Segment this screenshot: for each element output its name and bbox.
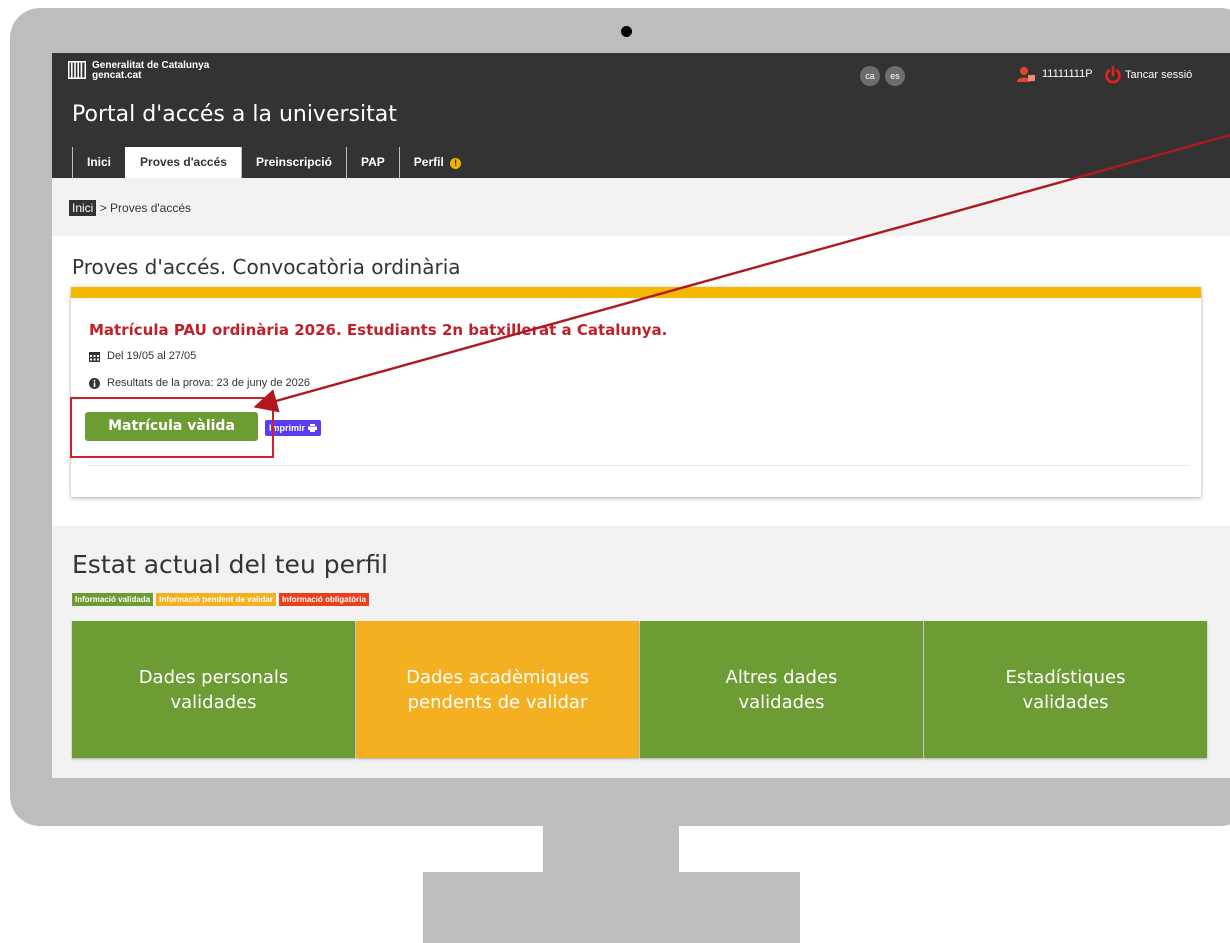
- annotation-highlight-box: [70, 397, 274, 458]
- breadcrumb-home-link[interactable]: Inici: [69, 200, 97, 216]
- generalitat-bars-icon: [68, 61, 86, 79]
- status-legend: Informació validada Informació pendent d…: [72, 593, 372, 606]
- user-icon: [1017, 67, 1035, 82]
- main-nav: Inici Proves d'accés Preinscripció PAP P…: [72, 147, 475, 178]
- power-icon: [1105, 66, 1121, 84]
- legend-validated: Informació validada: [72, 593, 154, 606]
- matricula-card: Matrícula PAU ordinària 2026. Estudiants…: [71, 287, 1201, 497]
- profile-tiles: Dades personals validades Dades acadèmiq…: [72, 621, 1208, 758]
- monitor-stand-base: [423, 872, 800, 943]
- tab-perfil[interactable]: Perfil !: [398, 147, 475, 178]
- monitor-stand-neck: [543, 826, 679, 873]
- legend-required: Informació obligatòria: [278, 593, 369, 606]
- user-id: 11111111P: [1042, 68, 1093, 80]
- results-line: Resultats de la prova: 23 de juny de 202…: [89, 377, 310, 389]
- card-divider: [89, 465, 1189, 466]
- gencat-logo[interactable]: Generalitat de Catalunya gencat.cat: [68, 61, 209, 81]
- top-bar: Generalitat de Catalunya gencat.cat Port…: [52, 53, 1230, 178]
- lang-es-button[interactable]: es: [885, 66, 905, 86]
- print-label: Imprimir: [269, 423, 306, 433]
- camera-dot: [621, 26, 632, 37]
- dates-text: Del 19/05 al 27/05: [107, 350, 197, 362]
- logo-line2: gencat.cat: [92, 70, 142, 81]
- info-icon: [89, 377, 100, 389]
- tab-proves-acces[interactable]: Proves d'accés: [125, 147, 241, 178]
- section-title: Proves d'accés. Convocatòria ordinària: [72, 255, 461, 279]
- tile-other-data[interactable]: Altres dades validades: [640, 621, 923, 758]
- logout-label: Tancar sessió: [1125, 69, 1193, 81]
- results-text: Resultats de la prova: 23 de juny de 202…: [107, 377, 311, 389]
- profile-title: Estat actual del teu perfil: [72, 550, 388, 579]
- lang-ca-button[interactable]: ca: [860, 66, 880, 86]
- logout-button[interactable]: Tancar sessió: [1104, 66, 1192, 84]
- tile-statistics[interactable]: Estadístiques validades: [924, 621, 1207, 758]
- breadcrumb-current: > Proves d'accés: [99, 201, 192, 215]
- card-accent-strip: [71, 287, 1201, 298]
- portal-title: Portal d'accés a la universitat: [72, 102, 397, 127]
- calendar-icon: [89, 351, 100, 362]
- tab-perfil-label: Perfil: [413, 155, 444, 169]
- legend-pending: Informació pendent de validar: [156, 593, 276, 606]
- user-info[interactable]: 11111111P: [1016, 66, 1093, 82]
- dates-line: Del 19/05 al 27/05: [89, 350, 196, 362]
- warning-icon: !: [450, 158, 462, 169]
- tile-academic-data[interactable]: Dades acadèmiques pendents de validar: [356, 621, 639, 758]
- breadcrumb: Inici > Proves d'accés: [69, 200, 192, 216]
- tile-personal-data[interactable]: Dades personals validades: [72, 621, 355, 758]
- tab-inici[interactable]: Inici: [72, 147, 125, 178]
- tab-preinscripcio[interactable]: Preinscripció: [240, 147, 346, 178]
- card-title: Matrícula PAU ordinària 2026. Estudiants…: [89, 321, 668, 339]
- tab-pap[interactable]: PAP: [345, 147, 399, 178]
- printer-icon: [308, 424, 318, 432]
